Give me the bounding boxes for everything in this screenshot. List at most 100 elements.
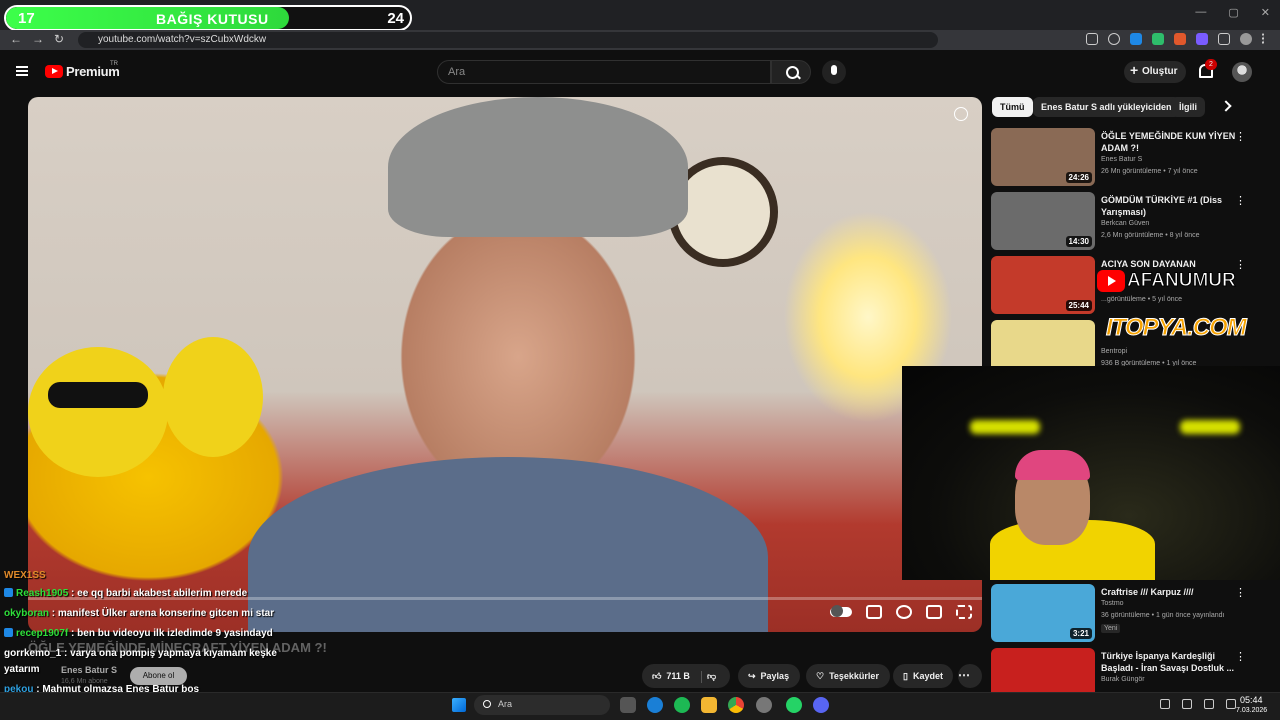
divider <box>700 671 702 683</box>
smiley-pillow-image <box>163 337 263 457</box>
video-thumbnail[interactable]: 25:44 <box>991 256 1095 314</box>
video-title[interactable]: Craftrise /// Karpuz //// <box>1101 586 1241 598</box>
video-thumbnail[interactable]: 3:21 <box>991 584 1095 642</box>
youtube-logo-icon[interactable] <box>45 65 63 78</box>
more-options-icon[interactable]: ⋮ <box>1235 586 1246 599</box>
autoplay-toggle[interactable] <box>830 605 852 617</box>
more-options-icon[interactable]: ⋮ <box>1235 650 1246 663</box>
chrome-icon[interactable] <box>728 697 744 713</box>
thanks-button[interactable]: ♡ Teşekkürler <box>806 664 890 688</box>
channel-name[interactable]: Berkcan Güven <box>1101 220 1149 227</box>
recommendation-item[interactable]: 14:30 GÖMDÜM TÜRKİYE #1 (Diss Yarışması)… <box>991 192 1273 252</box>
forward-icon[interactable]: → <box>32 32 44 46</box>
channel-name[interactable]: Bentropi <box>1101 348 1127 355</box>
extension-icon[interactable] <box>1152 33 1164 45</box>
chip-related[interactable]: İlgili <box>1171 97 1205 117</box>
region-code: TR <box>110 61 118 67</box>
miniplayer-icon[interactable] <box>926 605 942 619</box>
extension-icon[interactable] <box>1196 33 1208 45</box>
recommendation-item[interactable]: 3:21 Craftrise /// Karpuz //// Tostmo 36… <box>991 584 1273 644</box>
minimize-icon[interactable]: — <box>1195 6 1206 19</box>
app-icon[interactable] <box>756 697 772 713</box>
video-thumbnail[interactable] <box>991 648 1095 692</box>
menu-dots-icon[interactable] <box>1262 33 1266 45</box>
share-button[interactable]: ↪ Paylaş <box>738 664 800 688</box>
video-title[interactable]: Türkiye İspanya Kardeşliği Başladı - İra… <box>1101 650 1241 674</box>
more-options-icon[interactable]: ⋮ <box>1235 194 1246 207</box>
file-explorer-icon[interactable] <box>701 697 717 713</box>
more-options-icon[interactable]: ⋮ <box>1235 258 1246 271</box>
bookmark-star-icon[interactable] <box>1108 33 1120 45</box>
back-icon[interactable]: ← <box>10 32 22 46</box>
video-meta: 26 Mn görüntüleme • 7 yıl önce <box>1101 168 1198 175</box>
streamer-hair-image <box>1015 450 1090 480</box>
video-player[interactable] <box>28 97 982 632</box>
led-light-image <box>1180 420 1240 434</box>
like-icon[interactable]: 👍︎ <box>652 671 661 688</box>
info-icon[interactable] <box>954 107 968 121</box>
chat-message: Reash1905 : ee qq barbi akabest abilerim… <box>4 588 247 599</box>
video-duration: 3:21 <box>1069 628 1092 639</box>
youtube-logo-icon <box>1097 270 1125 292</box>
chat-message: gorrkemo_1 : varya ona pompiş yapmaya kı… <box>4 648 277 659</box>
channel-name[interactable]: Enes Batur S <box>1101 156 1142 163</box>
voice-search-mic-icon[interactable] <box>822 60 846 84</box>
save-button[interactable]: ▯ Kaydet <box>893 664 953 688</box>
chat-message: recep1907f : ben bu videoyu ilk izledimd… <box>4 628 273 639</box>
fullscreen-icon[interactable] <box>956 605 972 619</box>
extension-icon[interactable] <box>1174 33 1186 45</box>
network-icon[interactable] <box>1204 699 1214 709</box>
video-thumbnail[interactable]: 14:30 <box>991 192 1095 250</box>
more-options-icon[interactable]: ⋮ <box>1235 130 1246 143</box>
install-icon[interactable] <box>1086 33 1098 45</box>
profile-icon[interactable] <box>1240 33 1252 45</box>
hamburger-menu-icon[interactable] <box>16 66 28 76</box>
thanks-label: Teşekkürler <box>829 671 879 681</box>
puzzle-icon[interactable] <box>1218 33 1230 45</box>
dislike-icon[interactable]: 👎︎ <box>707 671 716 688</box>
like-count[interactable]: 711 B <box>666 671 690 688</box>
search-input[interactable]: Ara <box>437 60 771 84</box>
recommendation-item[interactable]: Türkiye İspanya Kardeşliği Başladı - İra… <box>991 648 1273 692</box>
edge-icon[interactable] <box>647 697 663 713</box>
taskbar-time[interactable]: 05:44 <box>1240 695 1263 705</box>
extension-icon[interactable] <box>1130 33 1142 45</box>
discord-icon[interactable] <box>813 697 829 713</box>
save-label: Kaydet <box>912 671 943 681</box>
chevron-up-icon[interactable] <box>1160 699 1170 709</box>
extension-icons <box>1086 33 1266 45</box>
recommendation-item[interactable]: 24:26 ÖĞLE YEMEĞİNDE KUM YİYEN ADAM ?! E… <box>991 128 1273 188</box>
chevron-right-icon[interactable] <box>1220 100 1232 112</box>
maximize-icon[interactable]: ▢ <box>1228 6 1238 19</box>
reload-icon[interactable]: ↻ <box>54 32 64 46</box>
taskbar-date[interactable]: 7.03.2026 <box>1236 707 1267 714</box>
chip-uploader[interactable]: Enes Batur S adlı yükleyiciden <box>1033 97 1180 117</box>
video-title[interactable]: ÖĞLE YEMEĞİNDE KUM YİYEN ADAM ?! <box>1101 130 1241 154</box>
account-avatar[interactable] <box>1232 62 1252 82</box>
task-view-icon[interactable] <box>620 697 636 713</box>
sunglasses-image <box>48 382 148 408</box>
more-actions-icon[interactable]: ⋯ <box>958 664 982 688</box>
windows-start-icon[interactable] <box>452 698 466 712</box>
video-title[interactable]: GÖMDÜM TÜRKİYE #1 (Diss Yarışması) <box>1101 194 1241 218</box>
channel-name[interactable]: Tostmo <box>1101 600 1124 607</box>
create-button[interactable]: + Oluştur <box>1124 61 1186 83</box>
donation-title: BAĞIŞ KUTUSU <box>156 11 269 27</box>
search-button[interactable] <box>771 60 811 84</box>
presenter-shirt-image <box>248 457 768 632</box>
channel-name[interactable]: Burak Güngör <box>1101 676 1145 683</box>
volume-icon[interactable] <box>1226 699 1236 709</box>
spotify-icon[interactable] <box>674 697 690 713</box>
taskbar-search[interactable]: Ara <box>474 695 610 715</box>
chat-message: okyboran : manifest Ülker arena konserin… <box>4 608 275 619</box>
url-field[interactable]: youtube.com/watch?v=szCubxWdckw <box>78 32 938 48</box>
whatsapp-icon[interactable] <box>786 697 802 713</box>
video-title[interactable]: ACIYA SON DAYANAN <box>1101 258 1241 270</box>
subtitles-icon[interactable] <box>866 605 882 619</box>
chip-all[interactable]: Tümü <box>992 97 1033 117</box>
microphone-icon[interactable] <box>1182 699 1192 709</box>
smiley-pillow-image <box>28 347 168 477</box>
close-icon[interactable]: ✕ <box>1261 6 1270 19</box>
video-thumbnail[interactable]: 24:26 <box>991 128 1095 186</box>
settings-gear-icon[interactable] <box>896 605 912 619</box>
